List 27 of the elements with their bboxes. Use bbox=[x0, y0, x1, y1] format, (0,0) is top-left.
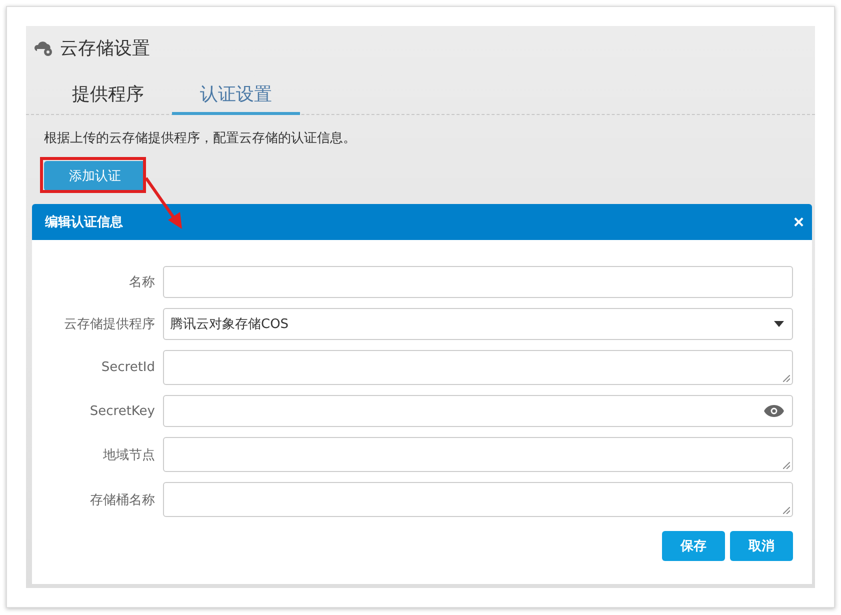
field-label: SecretKey bbox=[88, 404, 156, 418]
field-label: 名称 bbox=[128, 274, 156, 291]
tab[interactable]: 认证设置 bbox=[172, 80, 300, 115]
description-text: 根据上传的云存储提供程序，配置云存储的认证信息。 bbox=[43, 130, 357, 147]
field-label: 地域节点 bbox=[102, 446, 156, 464]
save-button[interactable]: 保存 bbox=[662, 531, 725, 561]
page-title: 云存储设置 bbox=[60, 37, 150, 60]
cloud-gear-icon bbox=[34, 40, 54, 56]
input-field[interactable] bbox=[163, 395, 793, 427]
eye-icon[interactable] bbox=[764, 405, 784, 417]
cancel-button[interactable]: 取消 bbox=[730, 531, 793, 561]
input-field[interactable] bbox=[163, 437, 793, 472]
field-label: 存储桶名称 bbox=[89, 492, 156, 508]
input-field[interactable] bbox=[163, 482, 793, 517]
caret-icon bbox=[774, 321, 784, 327]
tab[interactable]: 提供程序 bbox=[44, 80, 172, 115]
resize-grip-icon[interactable] bbox=[783, 375, 790, 382]
resize-grip-icon[interactable] bbox=[783, 507, 790, 514]
field-label: 云存储提供程序 bbox=[63, 316, 156, 333]
field-label: SecretId bbox=[100, 360, 156, 375]
add-button[interactable]: 添加认证 bbox=[44, 161, 146, 191]
input-field[interactable] bbox=[163, 266, 793, 298]
input-field[interactable] bbox=[163, 350, 793, 385]
close-button[interactable]: × bbox=[793, 213, 804, 231]
resize-grip-icon[interactable] bbox=[783, 462, 790, 469]
select-field[interactable]: 腾讯云对象存储COS bbox=[163, 308, 793, 340]
dialog-title: 编辑认证信息 bbox=[45, 214, 123, 231]
